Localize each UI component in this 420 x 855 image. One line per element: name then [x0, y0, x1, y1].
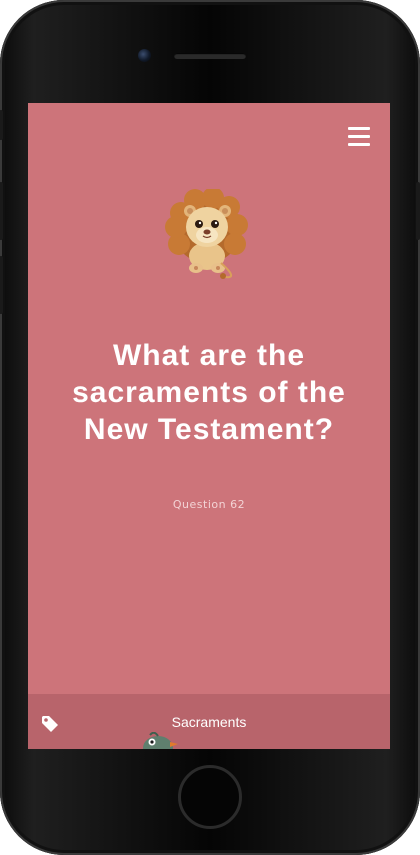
front-camera — [138, 49, 151, 62]
volume-down-button — [0, 256, 3, 314]
question-title: What are the sacraments of the New Testa… — [72, 339, 346, 446]
category-tag-bar[interactable]: Sacraments — [28, 694, 390, 749]
phone-frame: What are the sacraments of the New Testa… — [0, 0, 420, 855]
lion-mascot-icon — [165, 189, 248, 279]
bird-mascot-icon — [143, 732, 178, 749]
category-label[interactable]: Sacraments — [28, 714, 390, 730]
earpiece-speaker — [174, 53, 246, 59]
question-number: Question 62 — [172, 498, 246, 511]
hamburger-menu-icon[interactable] — [348, 127, 370, 147]
silent-switch — [0, 110, 3, 140]
volume-up-button — [0, 182, 3, 240]
home-button[interactable] — [178, 765, 242, 829]
power-button — [416, 182, 420, 240]
app-screen: What are the sacraments of the New Testa… — [28, 103, 390, 749]
